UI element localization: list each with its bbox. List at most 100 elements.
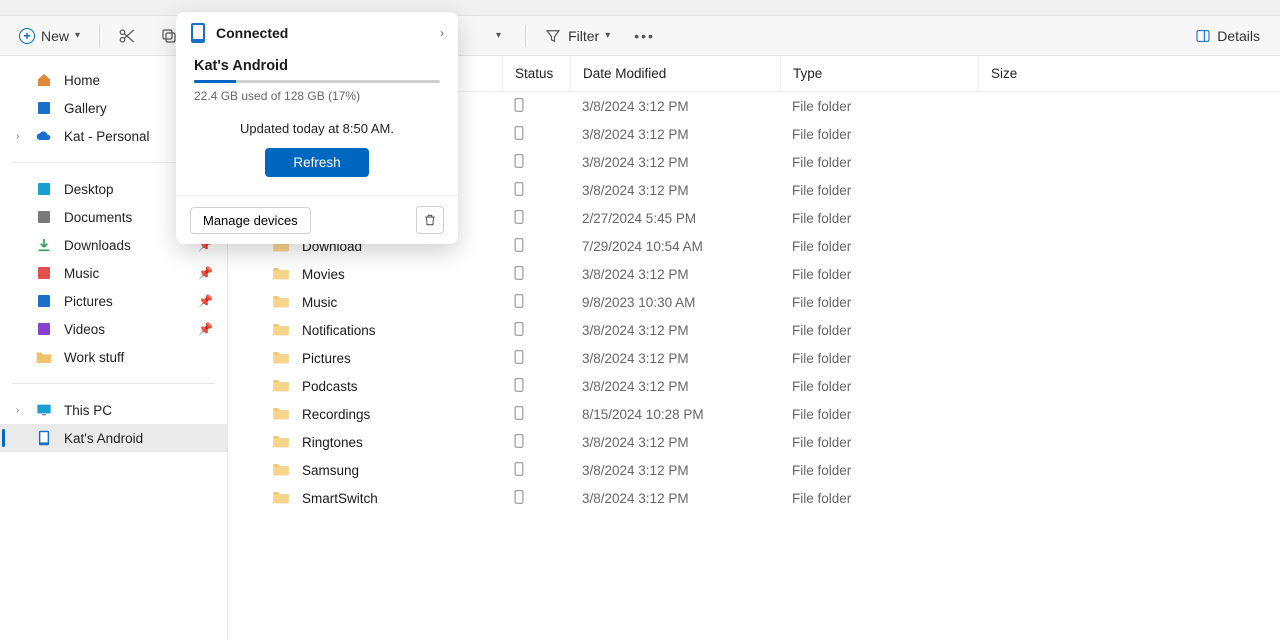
file-type: File folder	[780, 463, 978, 478]
sidebar-item-pictures[interactable]: Pictures 📌	[0, 287, 227, 315]
storage-text: 22.4 GB used of 128 GB (17%)	[194, 89, 440, 103]
sidebar-item-work-stuff[interactable]: Work stuff	[0, 343, 227, 371]
table-row[interactable]: Ringtones3/8/2024 3:12 PMFile folder	[228, 428, 1280, 456]
manage-devices-button[interactable]: Manage devices	[190, 207, 311, 234]
date-modified: 3/8/2024 3:12 PM	[570, 99, 780, 114]
date-modified: 3/8/2024 3:12 PM	[570, 127, 780, 142]
phone-status-icon	[514, 492, 524, 507]
file-name: Podcasts	[302, 379, 358, 394]
new-button[interactable]: + New ▾	[8, 20, 91, 52]
sidebar-item-label: This PC	[64, 403, 112, 418]
phone-status-icon	[514, 100, 524, 115]
folder-icon	[272, 490, 290, 507]
device-popup: Connected › Kat's Android 22.4 GB used o…	[176, 12, 458, 244]
chevron-down-icon: ▾	[605, 30, 610, 41]
chevron-down-icon: ▾	[75, 30, 80, 41]
chevron-right-icon: ›	[16, 405, 19, 416]
table-row[interactable]: SmartSwitch 3/8/2024 3:12 PMFile folder	[228, 484, 1280, 512]
table-row[interactable]: Music9/8/2023 10:30 AMFile folder	[228, 288, 1280, 316]
updated-text: Updated today at 8:50 AM.	[194, 121, 440, 136]
cut-button[interactable]	[108, 20, 146, 52]
sidebar-item-label: Kat - Personal	[64, 129, 150, 144]
file-type: File folder	[780, 183, 978, 198]
scissors-icon	[118, 27, 136, 45]
file-type: File folder	[780, 295, 978, 310]
folder-icon	[272, 406, 290, 423]
table-row[interactable]: Movies3/8/2024 3:12 PMFile folder	[228, 260, 1280, 288]
cloud-icon	[36, 128, 52, 144]
file-name: SmartSwitch	[302, 491, 378, 506]
sidebar-item-videos[interactable]: Videos📌	[0, 315, 227, 343]
table-row[interactable]: Pictures3/8/2024 3:12 PMFile folder	[228, 344, 1280, 372]
phone-status-icon	[514, 296, 524, 311]
downloads-icon	[36, 237, 52, 253]
sidebar-item-label: Desktop	[64, 182, 114, 197]
sidebar-item-this-pc[interactable]: › This PC	[0, 396, 227, 424]
phone-status-icon	[514, 212, 524, 227]
desktop-icon	[36, 181, 52, 197]
col-status[interactable]: Status	[502, 56, 570, 91]
folder-icon	[272, 378, 290, 395]
chevron-right-icon[interactable]: ›	[440, 26, 444, 40]
file-type: File folder	[780, 407, 978, 422]
new-label: New	[41, 28, 69, 44]
folder-icon	[272, 322, 290, 339]
sidebar-item-music[interactable]: Music📌	[0, 259, 227, 287]
table-row[interactable]: Podcasts3/8/2024 3:12 PMFile folder	[228, 372, 1280, 400]
date-modified: 3/8/2024 3:12 PM	[570, 379, 780, 394]
filter-button[interactable]: Filter ▾	[534, 20, 620, 52]
table-row[interactable]: Samsung3/8/2024 3:12 PMFile folder	[228, 456, 1280, 484]
phone-icon	[190, 22, 206, 44]
file-name: Music	[302, 295, 337, 310]
date-modified: 3/8/2024 3:12 PM	[570, 183, 780, 198]
sidebar-item-label: Pictures	[64, 294, 113, 309]
file-type: File folder	[780, 211, 978, 226]
date-modified: 3/8/2024 3:12 PM	[570, 463, 780, 478]
phone-status-icon	[514, 324, 524, 339]
videos-icon	[36, 321, 52, 337]
col-type[interactable]: Type	[780, 56, 978, 91]
folder-icon	[272, 434, 290, 451]
phone-status-icon	[514, 128, 524, 143]
sidebar-item-label: Work stuff	[64, 350, 124, 365]
pin-icon: 📌	[198, 266, 213, 280]
date-modified: 3/8/2024 3:12 PM	[570, 435, 780, 450]
date-modified: 3/8/2024 3:12 PM	[570, 323, 780, 338]
sidebar-item-kat-s-android[interactable]: Kat's Android	[0, 424, 227, 452]
file-name: Notifications	[302, 323, 376, 338]
trash-icon	[423, 213, 437, 227]
file-name: Recordings	[302, 407, 370, 422]
sidebar-item-label: Home	[64, 73, 100, 88]
file-name: Ringtones	[302, 435, 363, 450]
details-pane-icon	[1195, 28, 1211, 44]
col-size[interactable]: Size	[978, 56, 1280, 91]
col-date-modified[interactable]: Date Modified	[570, 56, 780, 91]
file-type: File folder	[780, 239, 978, 254]
ellipsis-icon: •••	[634, 28, 655, 44]
file-type: File folder	[780, 491, 978, 506]
date-modified: 3/8/2024 3:12 PM	[570, 491, 780, 506]
date-modified: 3/8/2024 3:12 PM	[570, 267, 780, 282]
more-button[interactable]: •••	[624, 20, 665, 52]
pin-icon: 📌	[198, 322, 213, 336]
table-row[interactable]: Notifications 3/8/2024 3:12 PMFile folder	[228, 316, 1280, 344]
home-icon	[36, 72, 52, 88]
pin-icon: 📌	[198, 294, 213, 308]
phone-status-icon	[514, 268, 524, 283]
date-modified: 8/15/2024 10:28 PM	[570, 407, 780, 422]
folder-icon	[272, 350, 290, 367]
phone-status-icon	[514, 184, 524, 199]
chevron-right-icon: ›	[16, 131, 19, 142]
details-button[interactable]: Details	[1183, 20, 1272, 52]
phone-status-icon	[514, 436, 524, 451]
date-modified: 2/27/2024 5:45 PM	[570, 211, 780, 226]
table-row[interactable]: Recordings 8/15/2024 10:28 PMFile folder	[228, 400, 1280, 428]
gallery-icon	[36, 100, 52, 116]
refresh-button[interactable]: Refresh	[265, 148, 368, 177]
file-type: File folder	[780, 323, 978, 338]
remove-device-button[interactable]	[416, 206, 444, 234]
date-modified: 3/8/2024 3:12 PM	[570, 351, 780, 366]
chevron-down-icon[interactable]: ▾	[496, 30, 501, 41]
sidebar-item-label: Gallery	[64, 101, 107, 116]
separator	[99, 25, 100, 47]
